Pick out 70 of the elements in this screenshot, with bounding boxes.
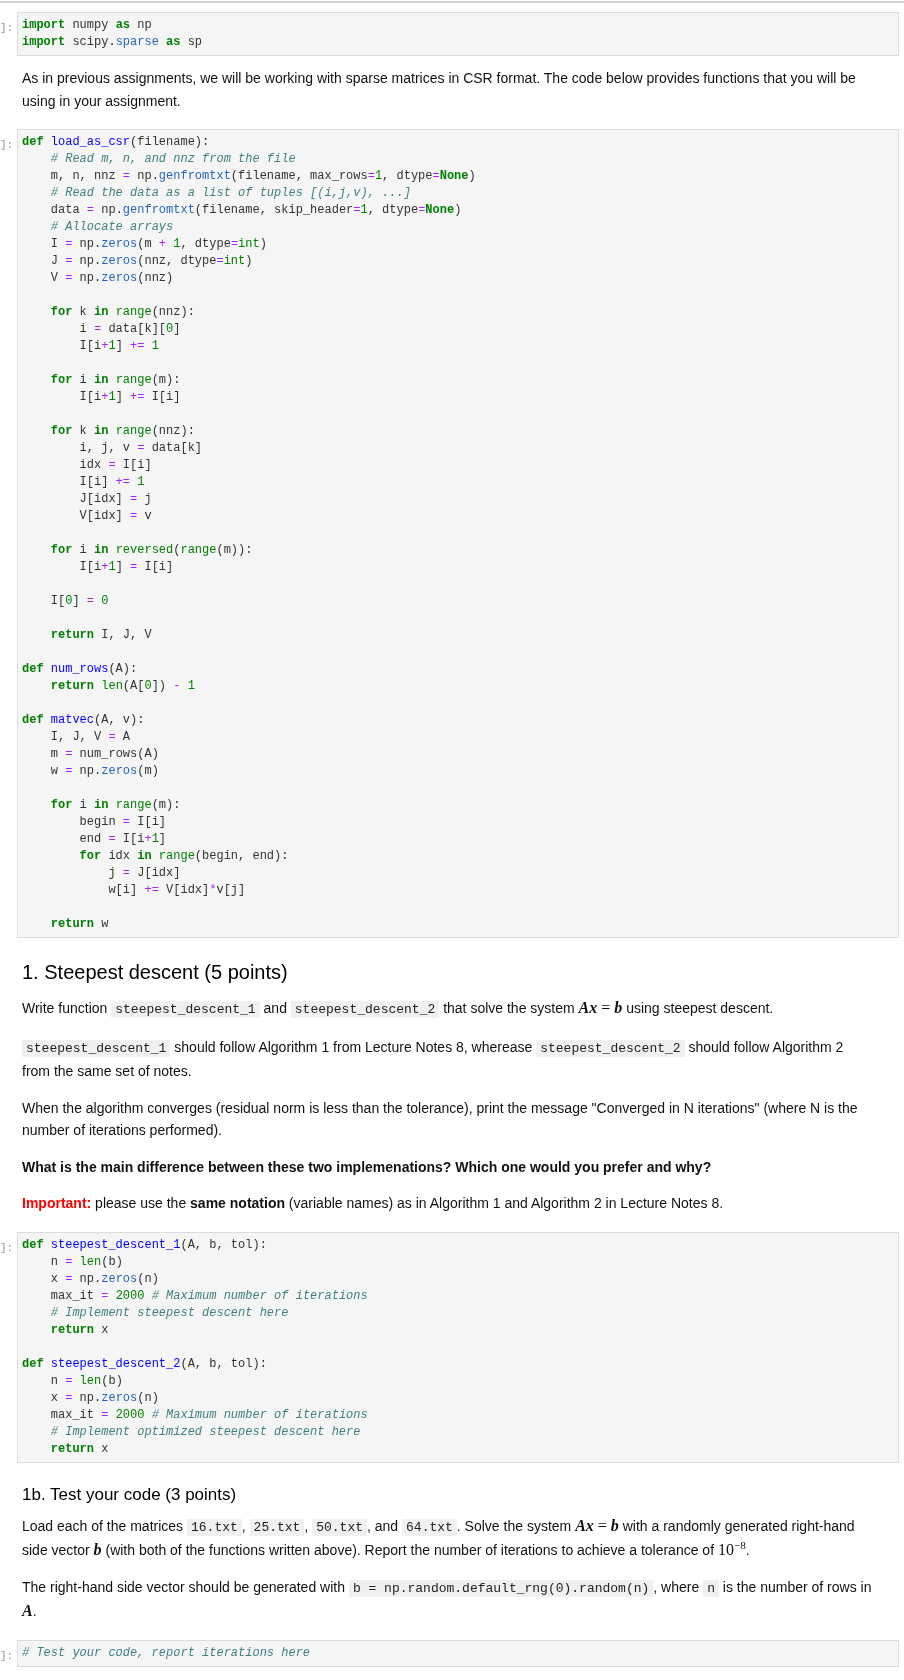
section-heading: 1. Steepest descent (5 points) (22, 960, 289, 985)
code-line: end = I[i+1] (79, 832, 167, 846)
code-line: data = np.genfromtxt(filename, skip_header=1, dtype=None) (50, 203, 462, 217)
code-line: for i in range(m): (50, 798, 181, 812)
paragraph: As in previous assignments, we will be working with sparse matrices in CSR format. The code below provides functions that you will be using in your assignment. (22, 69, 857, 111)
code-line: max_it = 2000 # Maximum number of iterations (50, 1288, 368, 1303)
code-line: V = np.zeros(nnz) (50, 271, 174, 285)
code-line: for i in reversed(range(m)): (50, 543, 253, 557)
code-line: return x (50, 1322, 109, 1337)
code-cell[interactable]: import numpy as np import scipy.sparse as sp (17, 12, 899, 56)
code-line: I[0] = 0 (50, 594, 109, 608)
paragraph: What is the main difference between these two implemenations? Which one would you prefer and why? (22, 1157, 713, 1177)
code-line: return w (50, 917, 109, 931)
code-cell[interactable] (17, 129, 899, 938)
code-line: begin = I[i] (79, 815, 167, 829)
code-line: for i in range(m): (50, 373, 181, 387)
code-line: I[i+1] += I[i] (79, 390, 181, 404)
code-line: I[i+1] += 1 (79, 339, 159, 353)
code-line: for k in range(nnz): (50, 424, 195, 438)
code-line: I, J, V = A (50, 730, 131, 744)
code-line: # Allocate arrays (50, 220, 174, 234)
code-line: def steepest_descent_2(A, b, tol): (22, 1356, 267, 1371)
cell-prompt: ]: (0, 139, 14, 151)
code-line: for k in range(nnz): (50, 305, 195, 319)
code-line: J = np.zeros(nnz, dtype=int) (50, 254, 253, 268)
code-line: return x (50, 1441, 109, 1456)
code-line: # Read the data as a list of tuples [(i,j,v), ...] (50, 186, 411, 200)
code-line: n = len(b) (50, 1373, 123, 1388)
cell-prompt: ]: (0, 1241, 14, 1254)
cell-prompt: ]: (0, 1649, 14, 1662)
code-line: import numpy as np (22, 18, 152, 32)
code-line: def matvec(A, v): (22, 713, 145, 727)
code-line: def load_as_csr(filename): (22, 135, 210, 149)
code-line: V[idx] = v (79, 509, 152, 523)
code-line: n = len(b) (50, 1254, 123, 1269)
code-line: m, n, nnz = np.genfromtxt(filename, max_rows=1, dtype=None) (50, 169, 476, 183)
code-line: i = data[k][0] (79, 322, 181, 336)
code-line: I[i+1] = I[i] (79, 560, 174, 574)
code-line: j = J[idx] (108, 866, 181, 880)
paragraph: The right-hand side vector should be generated with b = np.random.default_rng(0).random(n) , where n is the number of rows in A. (22, 1577, 873, 1621)
cell-prompt: ]: (0, 22, 14, 34)
code-line: J[idx] = j (79, 492, 152, 506)
code-line: I = np.zeros(m + 1, dtype=int) (50, 237, 267, 251)
code-line: I[i] += 1 (79, 475, 145, 489)
code-line: w = np.zeros(m) (50, 764, 159, 778)
section-heading: 1b. Test your code (3 points) (22, 1483, 238, 1506)
code-line: return I, J, V (50, 628, 152, 642)
paragraph: Write function steepest_descent_1 and steepest_descent_2 that solve the system Ax = b using steepest descent. (22, 998, 775, 1020)
code-line: for idx in range(begin, end): (79, 849, 289, 863)
paragraph: When the algorithm converges (residual norm is less than the tolerance), print the message "Converged in N iterations" (where N is the number of iterations performed). (22, 1098, 859, 1140)
code-line: x = np.zeros(n) (50, 1390, 159, 1405)
paragraph: steepest_descent_1 should follow Algorithm 1 from Lecture Notes 8, wherease steepest_descent_2 should follow Algorithm 2 from the same set of notes. (22, 1037, 845, 1081)
code-line: max_it = 2000 # Maximum number of iterations (50, 1407, 368, 1422)
code-cell[interactable] (17, 1231, 899, 1463)
code-line: w[i] += V[idx]*v[j] (108, 883, 246, 897)
code-line: idx = I[i] (79, 458, 152, 472)
code-cell[interactable]: # Test your code, report iterations here (17, 1639, 899, 1667)
code-line: # Implement optimized steepest descent here (50, 1424, 361, 1439)
code-line: import scipy.sparse as sp (22, 35, 203, 49)
paragraph: Load each of the matrices 16.txt , 25.txt , 50.txt , and 64.txt . Solve the system Ax = b with a randomly generated right-hand side vector b (with both of the functions written above). Report the number of iterations to achieve a tolerance of 10$^{−8}$. (22, 1515, 856, 1560)
code-line: x = np.zeros(n) (50, 1271, 159, 1286)
code-line: # Test your code, report iterations here (22, 1645, 311, 1660)
code-line: return len(A[0]) - 1 (50, 679, 195, 693)
code-line: # Read m, n, and nnz from the file (50, 152, 296, 166)
code-line: i, j, v = data[k] (79, 441, 203, 455)
code-line: def num_rows(A): (22, 662, 138, 676)
code-line: m = num_rows(A) (50, 747, 159, 761)
code-line: def steepest_descent_1(A, b, tol): (22, 1237, 267, 1252)
paragraph: Important: please use the same notation (variable names) as in Algorithm 1 and Algorithm 2 in Lecture Notes 8. (22, 1194, 725, 1213)
code-line: # Implement steepest descent here (50, 1305, 289, 1320)
